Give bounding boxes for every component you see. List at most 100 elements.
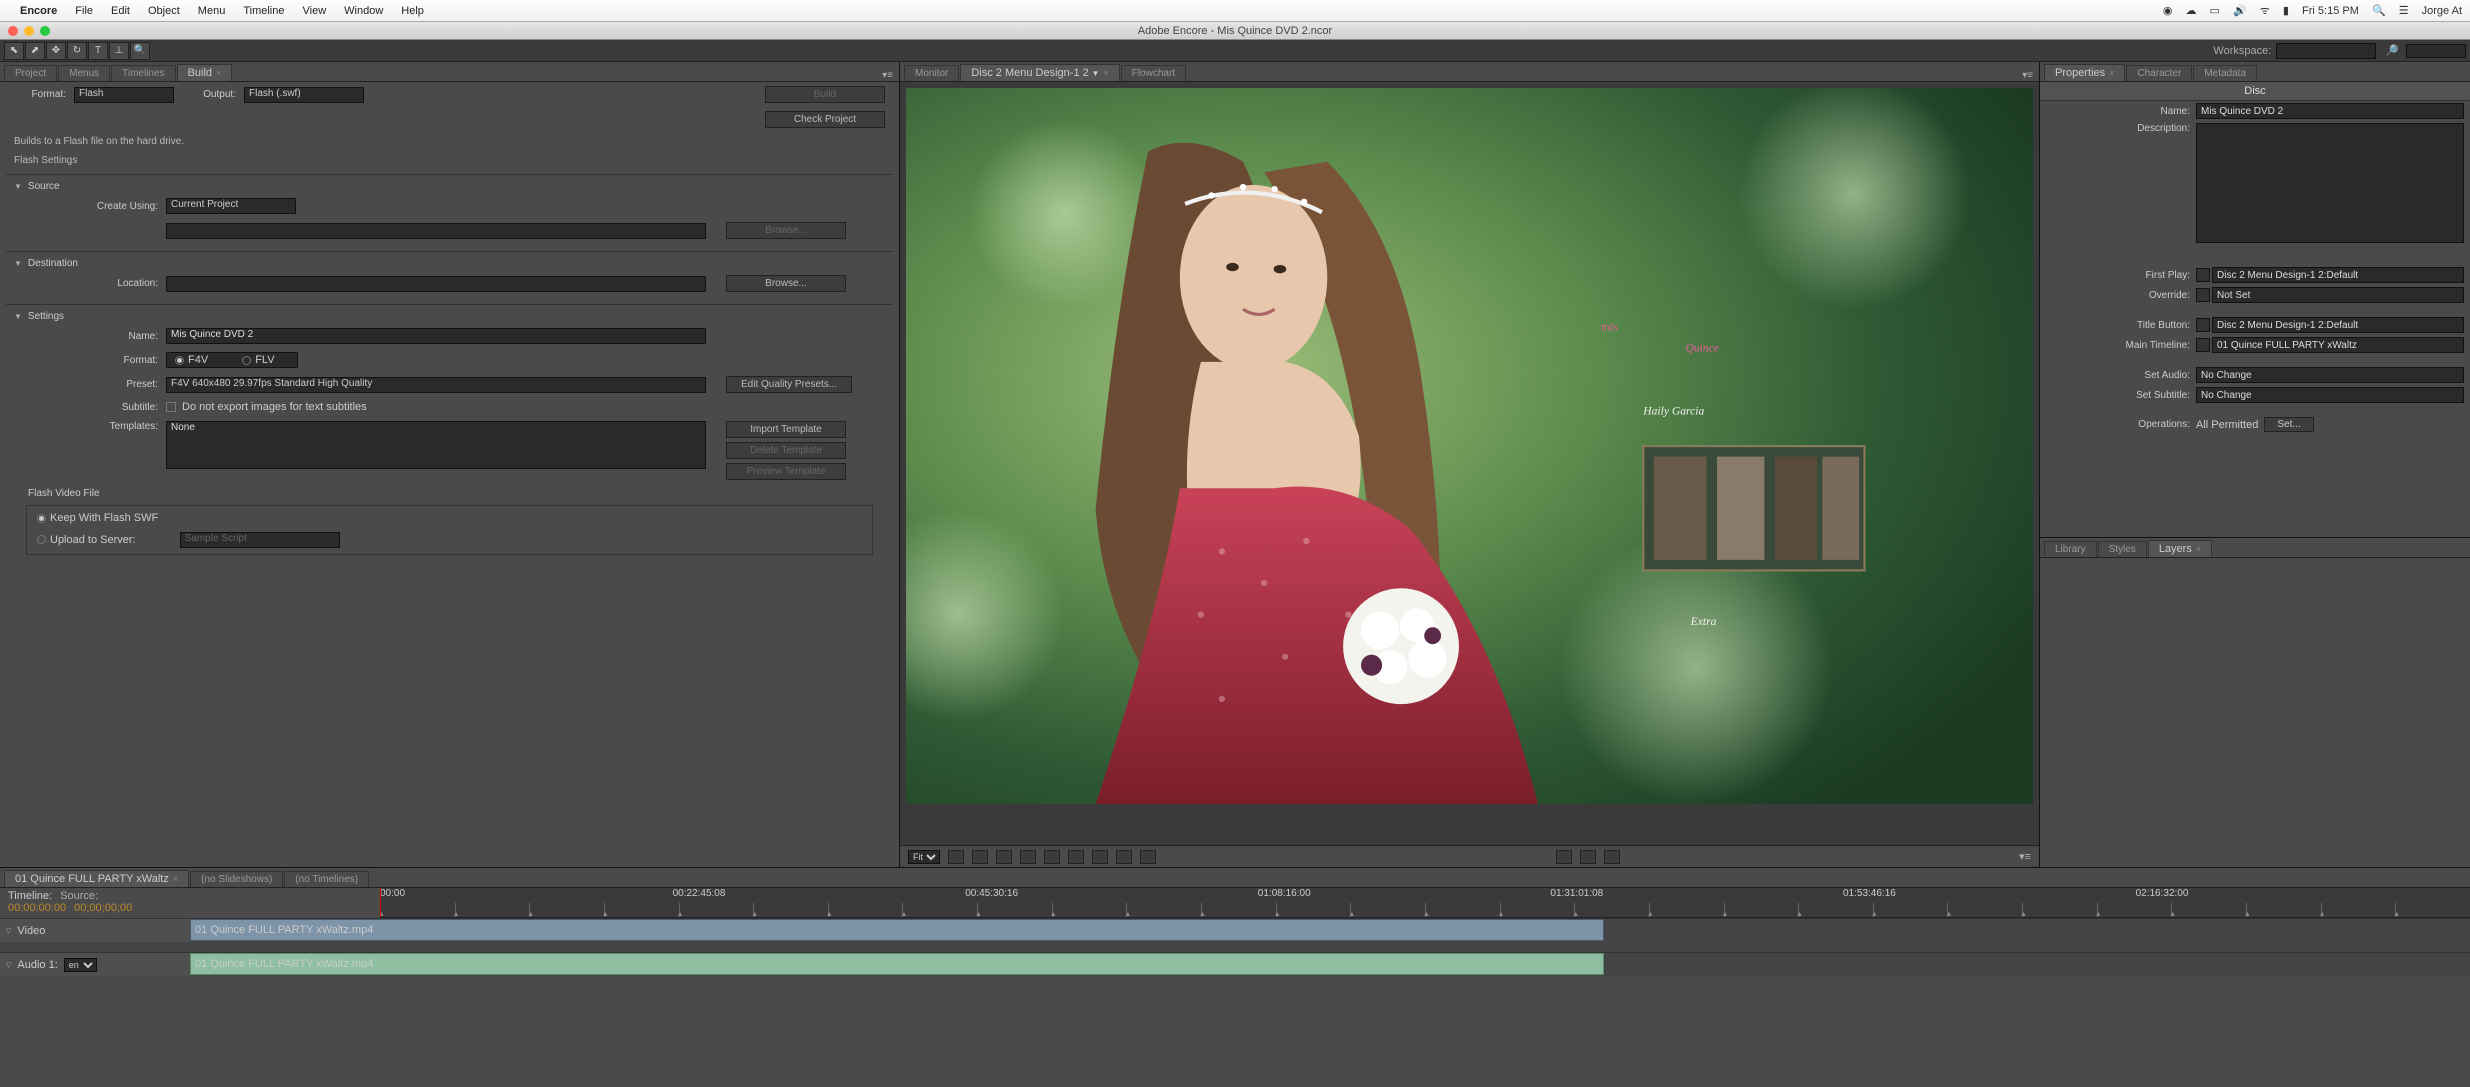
rotate-tool-icon[interactable]: ↻ (67, 42, 87, 60)
move-tool-icon[interactable]: ✥ (46, 42, 66, 60)
close-tab-icon[interactable]: × (216, 68, 221, 78)
delete-template-button[interactable]: Delete Template (726, 442, 846, 459)
collapse-icon[interactable]: ▽ (6, 927, 11, 935)
workspace-dropdown[interactable] (2276, 43, 2376, 59)
tab-timelines[interactable]: Timelines (111, 65, 175, 81)
audio-lang-dropdown[interactable]: en (64, 958, 97, 972)
menu-view[interactable]: View (303, 5, 327, 17)
tab-character[interactable]: Character (2126, 65, 2192, 81)
selection-tool-icon[interactable]: ⬉ (4, 42, 24, 60)
zoom-tool-icon[interactable]: 🔍 (130, 42, 150, 60)
audio-clip[interactable]: 01 Quince FULL PARTY xWaltz.mp4 (190, 953, 1604, 975)
menu-timeline[interactable]: Timeline (243, 5, 284, 17)
menu-edit[interactable]: Edit (111, 5, 130, 17)
tab-metadata[interactable]: Metadata (2193, 65, 2257, 81)
tab-build[interactable]: Build× (177, 64, 233, 81)
notification-icon[interactable]: ☰ (2399, 5, 2409, 17)
highlight-icon[interactable] (1116, 850, 1132, 864)
tab-no-slideshows[interactable]: (no Slideshows) (190, 871, 283, 887)
preset-dropdown[interactable]: F4V 640x480 29.97fps Standard High Quali… (166, 377, 706, 393)
create-using-dropdown[interactable]: Current Project (166, 198, 296, 214)
align-icon[interactable] (1044, 850, 1060, 864)
tab-flowchart[interactable]: Flowchart (1121, 65, 1186, 81)
f4v-radio[interactable]: F4V (175, 354, 208, 366)
name-input[interactable]: Mis Quince DVD 2 (166, 328, 706, 344)
main-timeline-link-icon[interactable] (2196, 338, 2210, 352)
panel-menu-icon[interactable]: ▾≡ (2019, 850, 2031, 863)
title-button-value[interactable]: Disc 2 Menu Design-1 2:Default (2212, 317, 2464, 333)
battery-icon[interactable]: ▮ (2283, 5, 2289, 17)
source-path-input[interactable] (166, 223, 706, 239)
direct-select-tool-icon[interactable]: ⬈ (25, 42, 45, 60)
panel-menu-icon[interactable]: ▾≡ (2022, 70, 2033, 81)
status-icon[interactable]: ◉ (2163, 5, 2173, 17)
menu-window[interactable]: Window (344, 5, 383, 17)
tab-project[interactable]: Project (4, 65, 57, 81)
tab-menus[interactable]: Menus (58, 65, 110, 81)
display-icon[interactable]: ▭ (2210, 5, 2220, 17)
safe-area-icon[interactable] (948, 850, 964, 864)
first-play-value[interactable]: Disc 2 Menu Design-1 2:Default (2212, 267, 2464, 283)
close-window-icon[interactable] (8, 26, 18, 36)
title-button-link-icon[interactable] (2196, 318, 2210, 332)
spotlight-icon[interactable]: 🔍 (2372, 5, 2386, 17)
subtitle-checkbox[interactable] (166, 402, 176, 412)
check-project-button[interactable]: Check Project (765, 111, 885, 128)
new-item-icon[interactable] (1020, 850, 1036, 864)
set-operations-button[interactable]: Set... (2264, 417, 2313, 432)
source-timecode[interactable]: 00;00;00;00 (74, 902, 132, 914)
tab-layers[interactable]: Layers× (2148, 540, 2212, 557)
source-browse-button[interactable]: Browse... (726, 222, 846, 239)
set-audio-value[interactable]: No Change (2196, 367, 2464, 383)
cloud-icon[interactable]: ☁ (2185, 5, 2196, 17)
next-icon[interactable] (1604, 850, 1620, 864)
upload-to-server-radio[interactable]: Upload to Server: (37, 534, 136, 546)
location-input[interactable] (166, 276, 706, 292)
format-dropdown[interactable]: Flash (74, 87, 174, 103)
override-value[interactable]: Not Set (2212, 287, 2464, 303)
zoom-window-icon[interactable] (40, 26, 50, 36)
destination-section-header[interactable]: Destination (6, 256, 893, 271)
set-subtitle-value[interactable]: No Change (2196, 387, 2464, 403)
tab-monitor[interactable]: Monitor (904, 65, 959, 81)
link-icon[interactable] (1580, 850, 1596, 864)
tab-menu-design[interactable]: Disc 2 Menu Design-1 2 ▼× (960, 64, 1119, 81)
build-button[interactable]: Build (765, 86, 885, 103)
override-link-icon[interactable] (2196, 288, 2210, 302)
tab-properties[interactable]: Properties× (2044, 64, 2125, 81)
prop-desc-input[interactable] (2196, 123, 2464, 243)
prop-name-input[interactable]: Mis Quince DVD 2 (2196, 103, 2464, 119)
edit-quality-presets-button[interactable]: Edit Quality Presets... (726, 376, 852, 393)
preview-icon[interactable] (1092, 850, 1108, 864)
routing-icon[interactable] (996, 850, 1012, 864)
menu-menu[interactable]: Menu (198, 5, 226, 17)
settings-section-header[interactable]: Settings (6, 309, 893, 324)
menu-object[interactable]: Object (148, 5, 180, 17)
keep-with-swf-radio[interactable]: Keep With Flash SWF (37, 512, 158, 524)
text-tool-icon[interactable]: T (88, 42, 108, 60)
video-clip[interactable]: 01 Quince FULL PARTY xWaltz.mp4 (190, 919, 1604, 941)
flv-radio[interactable]: FLV (242, 354, 274, 366)
sample-script-dropdown[interactable]: Sample Script (180, 532, 340, 548)
source-section-header[interactable]: Source (6, 179, 893, 194)
volume-icon[interactable]: 🔊 (2233, 5, 2247, 17)
timeline-timecode[interactable]: 00:00:00:00 (8, 902, 66, 914)
search-input[interactable] (2406, 44, 2466, 58)
tab-styles[interactable]: Styles (2098, 541, 2147, 557)
menu-app[interactable]: Encore (20, 5, 57, 17)
user-name[interactable]: Jorge At (2422, 5, 2462, 17)
collapse-icon[interactable]: ▽ (6, 961, 11, 969)
prev-icon[interactable] (1556, 850, 1572, 864)
templates-list[interactable]: None (166, 421, 706, 469)
output-dropdown[interactable]: Flash (.swf) (244, 87, 364, 103)
preview-template-button[interactable]: Preview Template (726, 463, 846, 480)
main-timeline-value[interactable]: 01 Quince FULL PARTY xWaltz (2212, 337, 2464, 353)
menu-preview[interactable]: mis Quince Haily Garcia Extra (906, 88, 2033, 839)
wifi-icon[interactable]: ᯤ (2260, 5, 2270, 17)
menu-help[interactable]: Help (401, 5, 424, 17)
tab-timeline-clip[interactable]: 01 Quince FULL PARTY xWaltz× (4, 870, 189, 887)
clock[interactable]: Fri 5:15 PM (2302, 5, 2359, 17)
first-play-link-icon[interactable] (2196, 268, 2210, 282)
panel-menu-icon[interactable]: ▾≡ (882, 70, 893, 81)
show-guides-icon[interactable] (972, 850, 988, 864)
